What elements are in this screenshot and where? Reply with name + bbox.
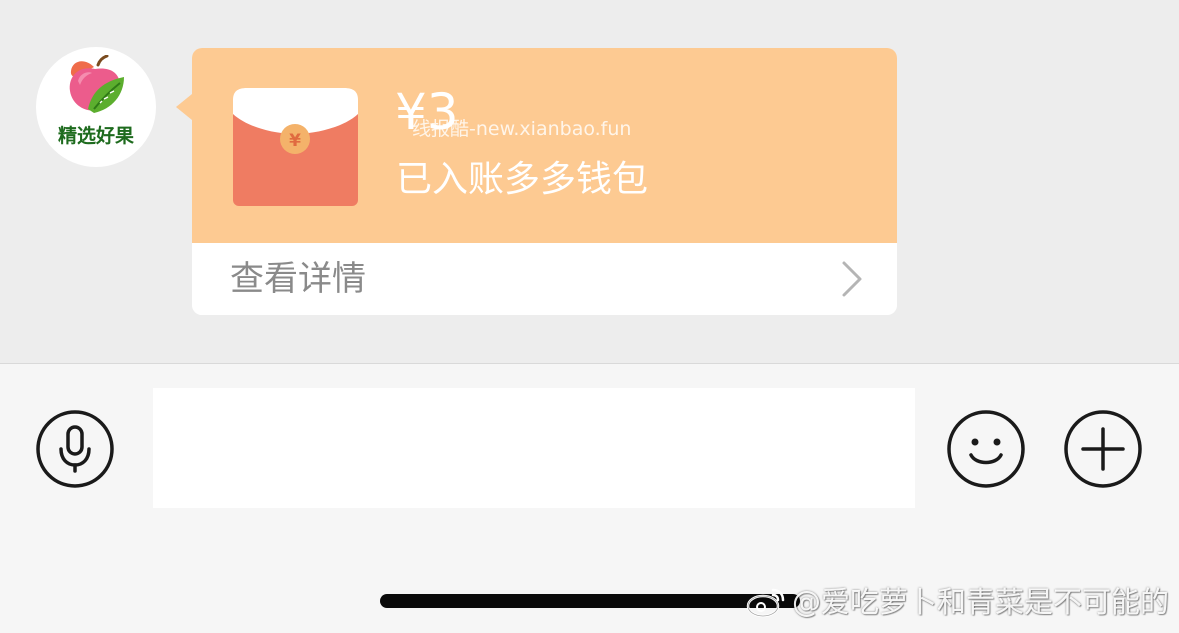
weibo-logo-icon <box>746 588 785 618</box>
microphone-icon <box>36 410 114 488</box>
weibo-username: @爱吃萝卜和青菜是不可能的 <box>791 585 1169 619</box>
message-input[interactable] <box>153 388 915 508</box>
voice-input-button[interactable] <box>35 409 115 489</box>
bubble-tail <box>176 94 192 120</box>
input-toolbar: @爱吃萝卜和青菜是不可能的 <box>0 363 1179 633</box>
avatar[interactable]: 精选好果 <box>36 47 156 167</box>
emoji-button[interactable] <box>946 409 1026 489</box>
svg-text:¥: ¥ <box>289 131 301 151</box>
chevron-right-icon <box>842 261 862 297</box>
red-packet-header[interactable]: ¥ ¥3 线报酷-new.xianbao.fun 已入账多多钱包 <box>192 48 897 243</box>
weibo-watermark: @爱吃萝卜和青菜是不可能的 <box>746 584 1169 620</box>
red-packet-status: 已入账多多钱包 <box>396 159 649 200</box>
smiley-icon <box>947 410 1025 488</box>
plus-icon <box>1064 410 1142 488</box>
site-watermark: 线报酷-new.xianbao.fun <box>412 118 632 140</box>
peach-logo-icon <box>69 55 124 113</box>
view-details-label: 查看详情 <box>230 259 366 299</box>
home-indicator[interactable] <box>380 594 800 608</box>
chat-area: 精选好果 ¥ ¥3 线报酷-new.xianbao.fun 已入账多多钱包 查看… <box>0 0 1179 363</box>
red-packet-message[interactable]: ¥ ¥3 线报酷-new.xianbao.fun 已入账多多钱包 查看详情 <box>192 48 897 315</box>
avatar-brand-text: 精选好果 <box>57 125 134 147</box>
view-details-row[interactable]: 查看详情 <box>192 243 897 315</box>
red-envelope-icon: ¥ <box>233 88 358 206</box>
more-actions-button[interactable] <box>1063 409 1143 489</box>
